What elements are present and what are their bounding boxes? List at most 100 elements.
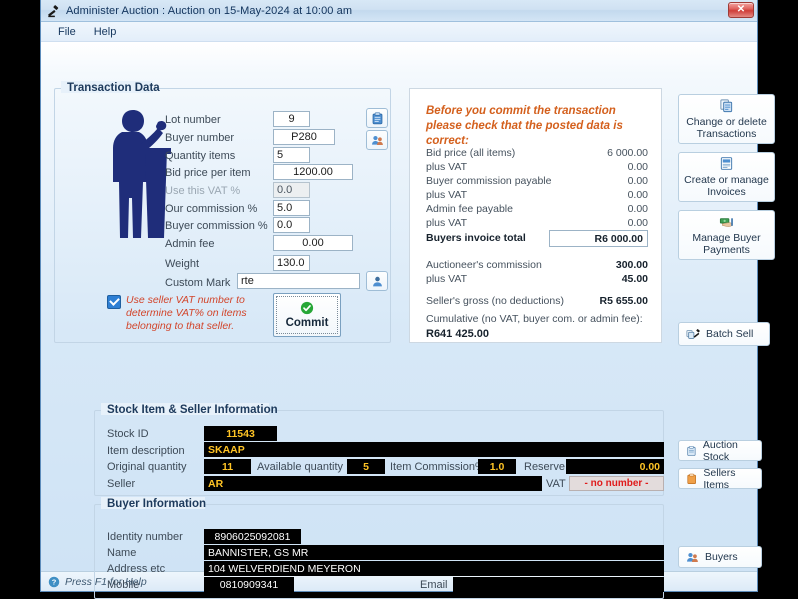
summary-row-plus-vat-1: plus VAT 0.00 (426, 161, 648, 173)
auctioneer-illustration (113, 110, 171, 238)
manage-buyer-payments-button[interactable]: Manage Buyer Payments (678, 210, 775, 260)
summary-row-invoice-total: Buyers invoice total R6 000.00 (426, 230, 648, 247)
use-seller-vat-checkbox[interactable] (107, 295, 121, 309)
buyer-address-value: 104 WELVERDIEND MEYERON (204, 561, 664, 576)
change-delete-transactions-button[interactable]: Change or delete Transactions (678, 94, 775, 144)
quantity-items-input[interactable]: 5 (273, 147, 310, 163)
label-name: Name (107, 547, 137, 559)
clipboard-icon (687, 445, 696, 456)
label-stock-id: Stock ID (107, 428, 149, 440)
title-bar: Administer Auction : Auction on 15-May-2… (41, 0, 757, 22)
label-quantity-items: Quantity items (165, 150, 236, 162)
original-quantity-value: 11 (204, 459, 251, 474)
summary-row-plus-vat-2: plus VAT 0.00 (426, 189, 648, 201)
label-original-quantity: Original quantity (107, 461, 187, 473)
transaction-summary-panel: Before you commit the transaction please… (409, 88, 662, 343)
create-manage-invoices-label: Create or manage Invoices (684, 174, 769, 198)
use-seller-vat-label: Use seller VAT number to determine VAT% … (126, 294, 247, 332)
buyer-name-value: BANNISTER, GS MR (204, 545, 664, 560)
label-use-this-vat: Use this VAT % (165, 185, 241, 197)
custom-mark-lookup-button[interactable] (366, 271, 388, 291)
lot-lookup-button[interactable] (366, 108, 388, 128)
invoice-total-value: R6 000.00 (549, 230, 648, 247)
buyers-button[interactable]: Buyers (678, 546, 762, 568)
summary-row-plus-vat-3: plus VAT 0.00 (426, 217, 648, 229)
orange-clipboard-icon (687, 473, 696, 484)
menu-bar: File Help (41, 22, 757, 42)
people-icon (687, 552, 698, 562)
label-lot-number: Lot number (165, 114, 221, 126)
seller-value: AR (204, 476, 542, 491)
lot-number-input[interactable]: 9 (273, 111, 310, 127)
help-icon: ? (48, 576, 60, 587)
our-commission-input[interactable]: 5.0 (273, 200, 310, 216)
item-commission-value: 1.0 (478, 459, 516, 474)
summary-heading: Before you commit the transaction please… (426, 105, 623, 147)
application-window: Administer Auction : Auction on 15-May-2… (40, 0, 775, 599)
label-item-commission: Item Commission% (390, 461, 485, 473)
item-description-value: SKAAP (204, 442, 664, 457)
auction-stock-label: Auction Stock (702, 438, 738, 463)
label-buyer-number: Buyer number (165, 132, 235, 144)
stack-gavel-icon (686, 329, 700, 339)
label-custom-mark: Custom Mark (165, 277, 231, 289)
change-delete-transactions-label: Change or delete Transactions (686, 116, 767, 140)
green-check-icon (300, 301, 314, 315)
admin-fee-input[interactable]: 0.00 (273, 235, 353, 251)
commit-label: Commit (285, 317, 329, 329)
batch-sell-button[interactable]: Batch Sell (678, 322, 770, 346)
commit-button[interactable]: Commit (273, 293, 341, 337)
weight-input[interactable]: 130.0 (273, 255, 310, 271)
label-weight: Weight (165, 258, 200, 270)
summary-cumulative: Cumulative (no VAT, buyer com. or admin … (426, 313, 652, 340)
summary-row-sellers-gross: Seller's gross (no deductions) R5 655.00 (426, 295, 648, 307)
buyer-email-value (453, 577, 664, 592)
auction-stock-button[interactable]: Auction Stock (678, 438, 762, 463)
menu-help[interactable]: Help (85, 24, 126, 40)
label-item-description: Item description (107, 445, 185, 457)
people-icon (371, 135, 383, 145)
summary-row-bid-price: Bid price (all items) 6 000.00 (426, 147, 648, 159)
use-this-vat-input: 0.0 (273, 182, 310, 198)
sellers-items-button[interactable]: Sellers Items (678, 466, 762, 491)
label-address: Address etc (107, 563, 166, 575)
label-buyer-commission: Buyer commission % (165, 220, 268, 232)
label-email: Email (420, 579, 448, 591)
person-icon (372, 276, 382, 286)
create-manage-invoices-button[interactable]: Create or manage Invoices (678, 152, 775, 202)
buyer-information-legend: Buyer Information (107, 498, 207, 510)
stock-seller-legend: Stock Item & Seller Information (107, 404, 278, 416)
summary-row-commission-vat: plus VAT 45.00 (426, 273, 648, 285)
summary-row-auctioneer-commission: Auctioneer's commission 300.00 (426, 259, 648, 271)
clipboard-icon (372, 111, 382, 124)
batch-sell-label: Batch Sell (706, 328, 754, 340)
vat-no-value: - no number - (569, 476, 664, 491)
label-reserve: Reserve (524, 461, 565, 473)
label-identity-number: Identity number (107, 531, 183, 543)
custom-mark-input[interactable]: rte (237, 273, 360, 289)
label-admin-fee: Admin fee (165, 238, 215, 250)
label-available-quantity: Available quantity (257, 461, 344, 473)
bid-price-per-item-input[interactable]: 1200.00 (273, 164, 353, 180)
manage-buyer-payments-label: Manage Buyer Payments (692, 232, 761, 256)
available-quantity-value: 5 (347, 459, 385, 474)
client-area: Transaction Data Lot number Buyer number… (41, 42, 775, 599)
reserve-value: 0.00 (566, 459, 664, 474)
buyer-number-input[interactable]: P280 (273, 129, 335, 145)
identity-number-value: 8906025092081 (204, 529, 301, 544)
copy-pages-icon (720, 99, 733, 113)
cumulative-label: Cumulative (no VAT, buyer com. or admin … (426, 313, 643, 325)
close-button[interactable]: ✕ (728, 2, 754, 18)
buyers-label: Buyers (705, 551, 738, 563)
gavel-icon (48, 4, 59, 17)
buyer-commission-input[interactable]: 0.0 (273, 217, 310, 233)
stock-id-value: 11543 (204, 426, 277, 441)
menu-file[interactable]: File (49, 24, 85, 40)
transaction-data-legend: Transaction Data (67, 82, 160, 94)
summary-row-buyer-commission: Buyer commission payable 0.00 (426, 175, 648, 187)
svg-text:?: ? (52, 577, 57, 586)
label-bid-price-per-item: Bid price per item (165, 167, 251, 179)
buyer-lookup-button[interactable] (366, 130, 388, 150)
window-title: Administer Auction : Auction on 15-May-2… (66, 4, 353, 17)
sellers-items-label: Sellers Items (703, 466, 736, 491)
